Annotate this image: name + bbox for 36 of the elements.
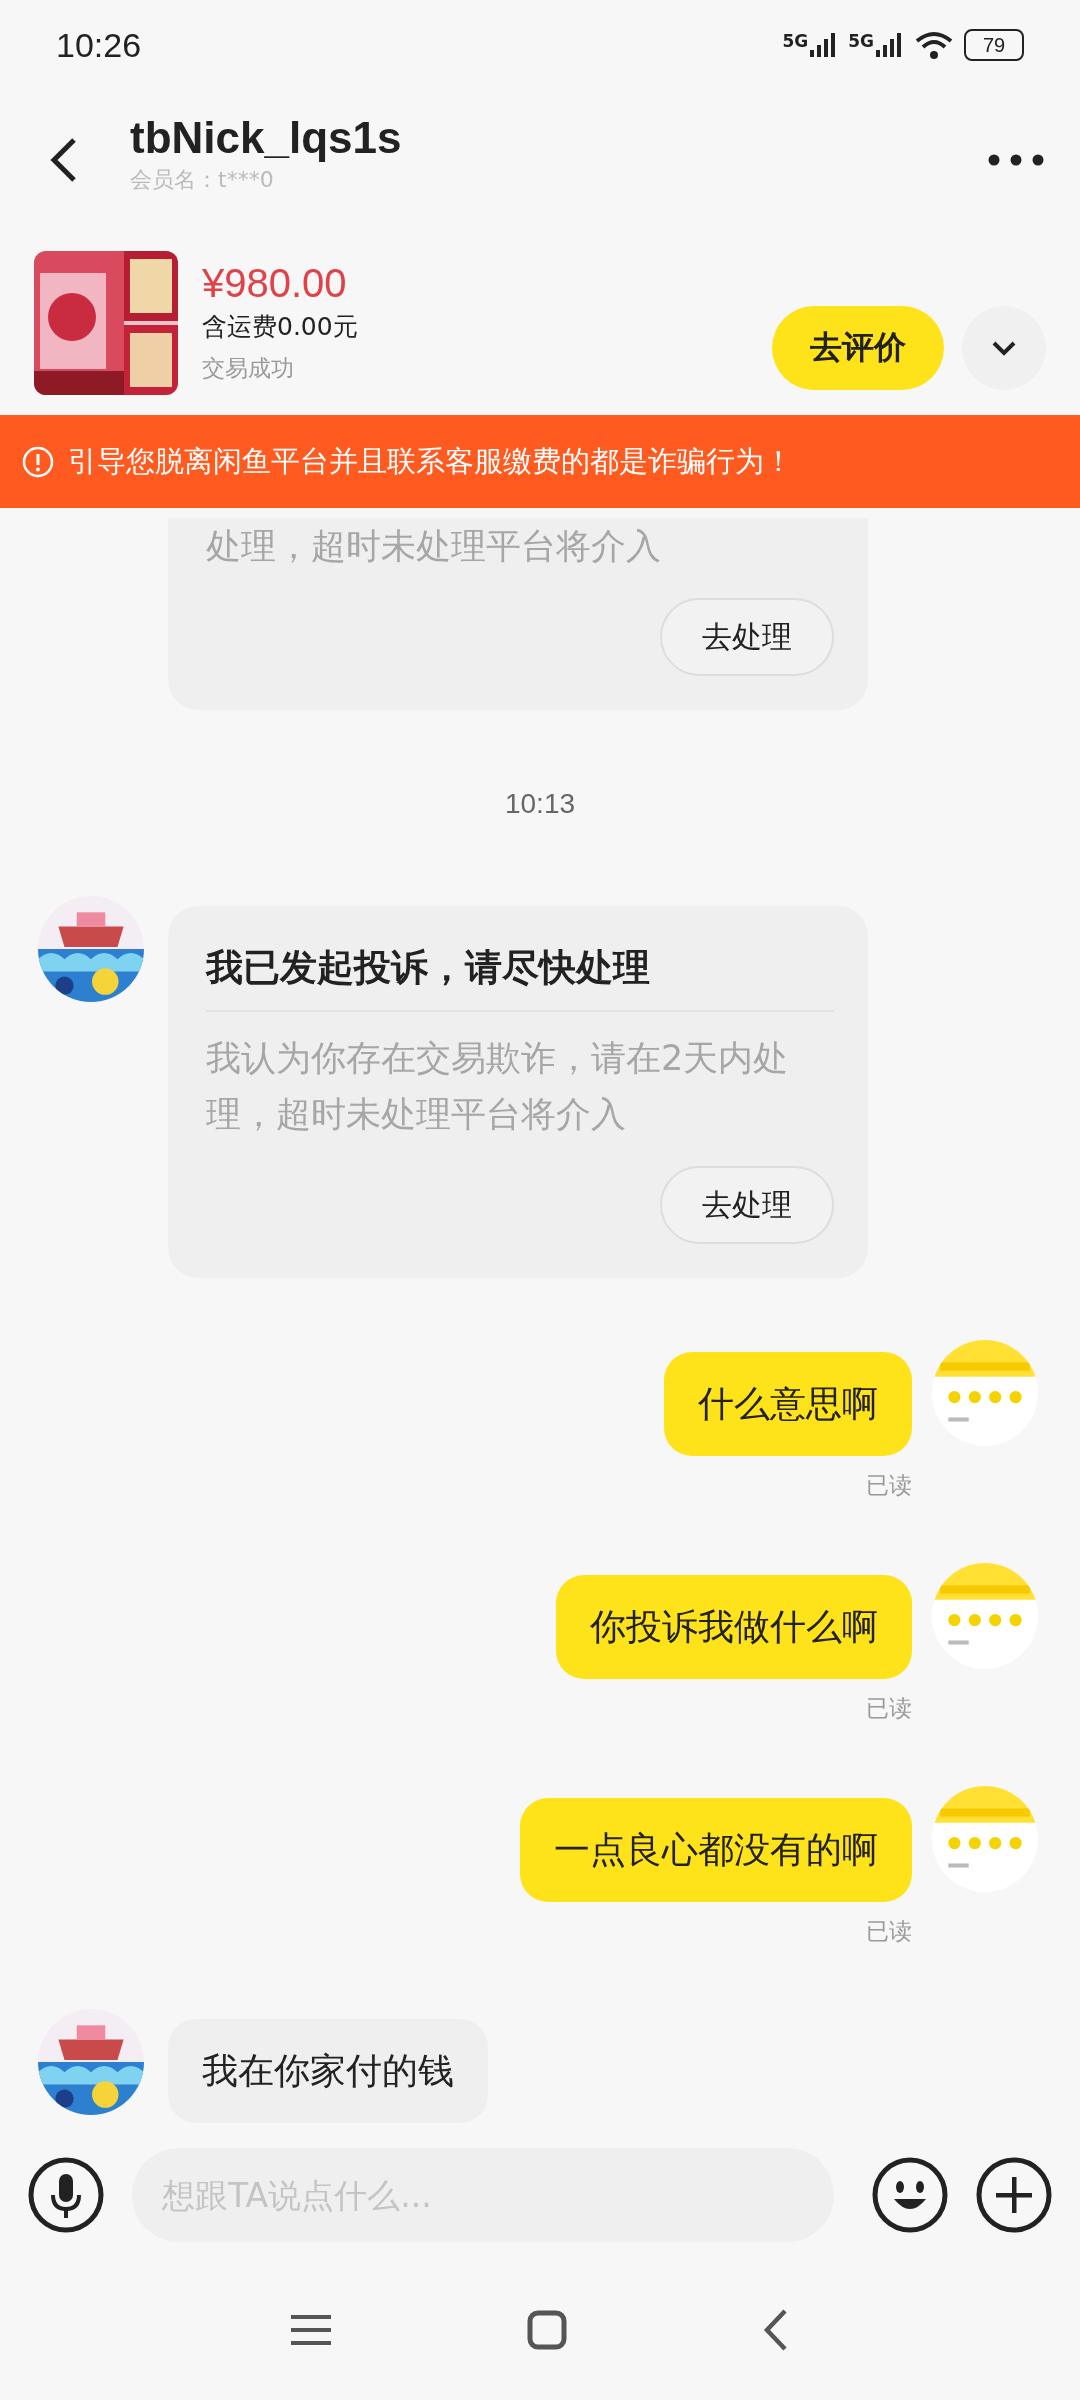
microphone-icon[interactable] bbox=[28, 2157, 104, 2233]
read-receipt: 已读 bbox=[866, 1471, 912, 1500]
message-bubble: 你投诉我做什么啊 bbox=[556, 1575, 912, 1679]
status-time: 10:26 bbox=[56, 25, 142, 65]
add-icon[interactable] bbox=[976, 2157, 1052, 2233]
member-name: 会员名：t***0 bbox=[130, 166, 275, 194]
back-icon[interactable] bbox=[763, 2308, 789, 2352]
handle-button[interactable]: 去处理 bbox=[660, 598, 834, 676]
read-receipt: 已读 bbox=[866, 1694, 912, 1723]
price: ¥980.00 bbox=[202, 261, 348, 306]
menu-icon[interactable] bbox=[291, 2313, 331, 2347]
home-icon[interactable] bbox=[527, 2310, 567, 2350]
shipping-note: 含运费0.00元 bbox=[202, 311, 359, 343]
card-text: 我认为你存在交易欺诈，请在2天内处理，超时未处理平台将介入 bbox=[206, 1037, 790, 1136]
signal-icon bbox=[876, 33, 904, 57]
network-type: 5G bbox=[782, 33, 809, 50]
card-text: 处理，超时未处理平台将介入 bbox=[206, 525, 662, 568]
message-time: 10:13 bbox=[504, 788, 576, 819]
back-icon[interactable] bbox=[48, 136, 78, 184]
wifi-icon bbox=[914, 30, 954, 60]
chat-title: tbNick_lqs1s bbox=[130, 113, 403, 163]
battery-indicator: 79 bbox=[964, 29, 1024, 61]
card-title: 我已发起投诉，请尽快处理 bbox=[206, 945, 651, 991]
message-bubble: 什么意思啊 bbox=[664, 1352, 912, 1456]
warning-icon bbox=[22, 445, 54, 478]
review-button[interactable]: 去评价 bbox=[772, 305, 944, 390]
more-icon[interactable] bbox=[988, 154, 1044, 166]
order-status: 交易成功 bbox=[202, 354, 295, 383]
handle-button[interactable]: 去处理 bbox=[660, 1166, 834, 1244]
warning-text: 引导您脱离闲鱼平台并且联系客服缴费的都是诈骗行为！ bbox=[68, 442, 793, 480]
message-bubble: 我在你家付的钱 bbox=[168, 2019, 488, 2123]
emoji-icon[interactable] bbox=[872, 2157, 948, 2233]
chevron-down-icon bbox=[991, 339, 1017, 356]
network-type: 5G bbox=[848, 33, 874, 50]
message-bubble: 一点良心都没有的啊 bbox=[520, 1798, 912, 1902]
read-receipt: 已读 bbox=[866, 1917, 912, 1946]
